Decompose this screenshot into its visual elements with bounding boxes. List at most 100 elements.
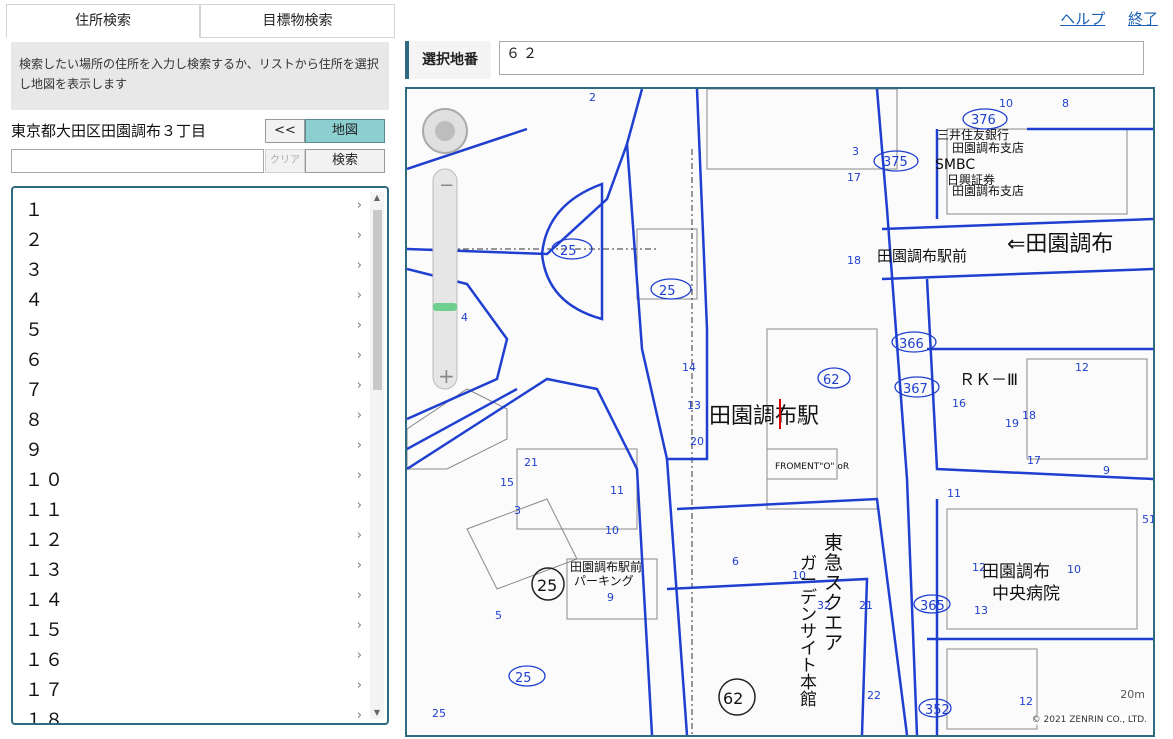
svg-text:3: 3 <box>514 504 521 517</box>
list-item-label: １２ <box>25 530 65 551</box>
bank-branch-label: 田園調布支店 <box>952 141 1024 155</box>
list-item[interactable]: ５ › <box>13 312 368 342</box>
list-item[interactable]: １５ › <box>13 612 368 642</box>
garden-site-label: ガーデンサイト本館 <box>800 554 817 710</box>
address-search-input[interactable] <box>11 149 264 173</box>
tab-landmark-search[interactable]: 目標物検索 <box>200 4 395 38</box>
exit-link[interactable]: 終了 <box>1128 10 1158 28</box>
parking-label: 田園調布駅前 <box>570 559 642 574</box>
search-button[interactable]: 検索 <box>305 149 385 173</box>
chevron-right-icon: › <box>356 438 362 453</box>
list-item[interactable]: １４ › <box>13 582 368 612</box>
list-item[interactable]: ３ › <box>13 252 368 282</box>
svg-text:12: 12 <box>1019 695 1033 708</box>
shop-label: FROMENT"O" oR <box>775 462 849 472</box>
list-item-label: １８ <box>25 710 65 725</box>
list-item-label: ６ <box>25 350 45 371</box>
list-item-label: １７ <box>25 680 65 701</box>
list-item-label: ９ <box>25 440 45 461</box>
svg-text:−: − <box>439 175 454 196</box>
tokyu-label-char: 急 <box>824 552 843 574</box>
list-item-label: １１ <box>25 500 65 521</box>
chevron-right-icon: › <box>356 318 362 333</box>
zoom-slider-handle[interactable] <box>433 303 457 311</box>
list-item[interactable]: ７ › <box>13 372 368 402</box>
parking-label: パーキング <box>574 574 634 588</box>
current-address: 東京都大田区田園調布３丁目 <box>11 122 207 140</box>
svg-text:365: 365 <box>920 599 945 614</box>
clear-button[interactable]: クリア <box>265 149 305 173</box>
chevron-right-icon: › <box>356 498 362 513</box>
list-item[interactable]: １８ › <box>13 702 368 725</box>
svg-text:14: 14 <box>682 361 696 374</box>
zoom-slider[interactable] <box>432 168 458 390</box>
selected-lot-field[interactable]: ６２ <box>499 41 1144 75</box>
list-item[interactable]: １２ › <box>13 522 368 552</box>
chevron-right-icon: › <box>356 558 362 573</box>
chevron-right-icon: › <box>356 678 362 693</box>
chevron-right-icon: › <box>356 468 362 483</box>
svg-text:376: 376 <box>971 113 996 128</box>
hospital-label: 中央病院 <box>992 584 1060 604</box>
svg-text:11: 11 <box>610 484 624 497</box>
svg-text:25: 25 <box>515 671 532 686</box>
svg-text:17: 17 <box>1027 454 1041 467</box>
list-item[interactable]: ４ › <box>13 282 368 312</box>
list-item[interactable]: ６ › <box>13 342 368 372</box>
svg-text:18: 18 <box>847 254 861 267</box>
bank-label: 三井住友銀行 <box>937 128 1009 142</box>
help-link[interactable]: ヘルプ <box>1060 10 1105 28</box>
list-item[interactable]: １７ › <box>13 672 368 702</box>
station-front-label: 田園調布駅前 <box>877 247 967 265</box>
list-item-label: ８ <box>25 410 45 431</box>
map-scale: 20m <box>1120 688 1145 701</box>
list-item[interactable]: １０ › <box>13 462 368 492</box>
list-item[interactable]: ９ › <box>13 432 368 462</box>
list-item-label: １５ <box>25 620 65 641</box>
chevron-right-icon: › <box>356 408 362 423</box>
list-item[interactable]: １１ › <box>13 492 368 522</box>
svg-text:+: + <box>438 364 455 388</box>
list-scrollbar[interactable]: ▲ ▼ <box>370 192 384 719</box>
map-canvas[interactable]: 376375 2525 366367 62365 35225 2562 10 81… <box>407 89 1153 735</box>
tokyu-label: 東急スクエア <box>824 532 843 654</box>
map-view[interactable]: 376 375 25 25 366 367 62 365 352 25 25 62 10 8 1… <box>405 87 1155 737</box>
scroll-up-icon[interactable]: ▲ <box>370 192 384 204</box>
svg-text:10: 10 <box>999 97 1013 110</box>
building-label: ＲＫ－Ⅲ <box>959 370 1018 389</box>
station-front-arrow-label: ⇐田園調布 <box>1007 232 1113 257</box>
map-button[interactable]: 地図 <box>305 119 385 143</box>
list-item[interactable]: １３ › <box>13 552 368 582</box>
chevron-right-icon: › <box>356 348 362 363</box>
svg-text:8: 8 <box>1062 97 1069 110</box>
search-tabs: 住所検索 目標物検索 <box>6 4 395 38</box>
svg-text:352: 352 <box>925 703 950 718</box>
list-item-label: ４ <box>25 290 45 311</box>
scroll-thumb[interactable] <box>373 210 382 390</box>
svg-text:12: 12 <box>1075 361 1089 374</box>
list-item[interactable]: ８ › <box>13 402 368 432</box>
scroll-down-icon[interactable]: ▼ <box>370 707 384 719</box>
list-item[interactable]: １ › <box>13 192 368 222</box>
svg-text:17: 17 <box>847 171 861 184</box>
list-item-label: ２ <box>25 230 45 251</box>
garden-site-label-char: 館 <box>800 690 817 710</box>
search-description: 検索したい場所の住所を入力し検索するか、リストから住所を選択し地図を表示します <box>11 42 389 110</box>
chevron-right-icon: › <box>356 378 362 393</box>
station-name-label: 田園調布駅 <box>709 404 819 429</box>
list-item-label: １３ <box>25 560 65 581</box>
tab-address-search[interactable]: 住所検索 <box>6 4 200 38</box>
svg-text:15: 15 <box>500 476 514 489</box>
list-item[interactable]: １６ › <box>13 642 368 672</box>
svg-text:16: 16 <box>952 397 966 410</box>
svg-text:21: 21 <box>859 599 873 612</box>
list-item[interactable]: ２ › <box>13 222 368 252</box>
chevron-right-icon: › <box>356 288 362 303</box>
back-button[interactable]: << <box>265 119 305 143</box>
svg-text:25: 25 <box>560 244 577 259</box>
address-list: ▲ ▼ １ › ２ › ３ › ４ › ５ › ６ › ７ › ８ › ９ › １０ › １１ › １２ › １３ › １４ › １５ ›… <box>11 186 389 725</box>
list-item-label: １４ <box>25 590 65 611</box>
svg-text:4: 4 <box>461 311 468 324</box>
chevron-right-icon: › <box>356 708 362 723</box>
svg-text:11: 11 <box>947 487 961 500</box>
